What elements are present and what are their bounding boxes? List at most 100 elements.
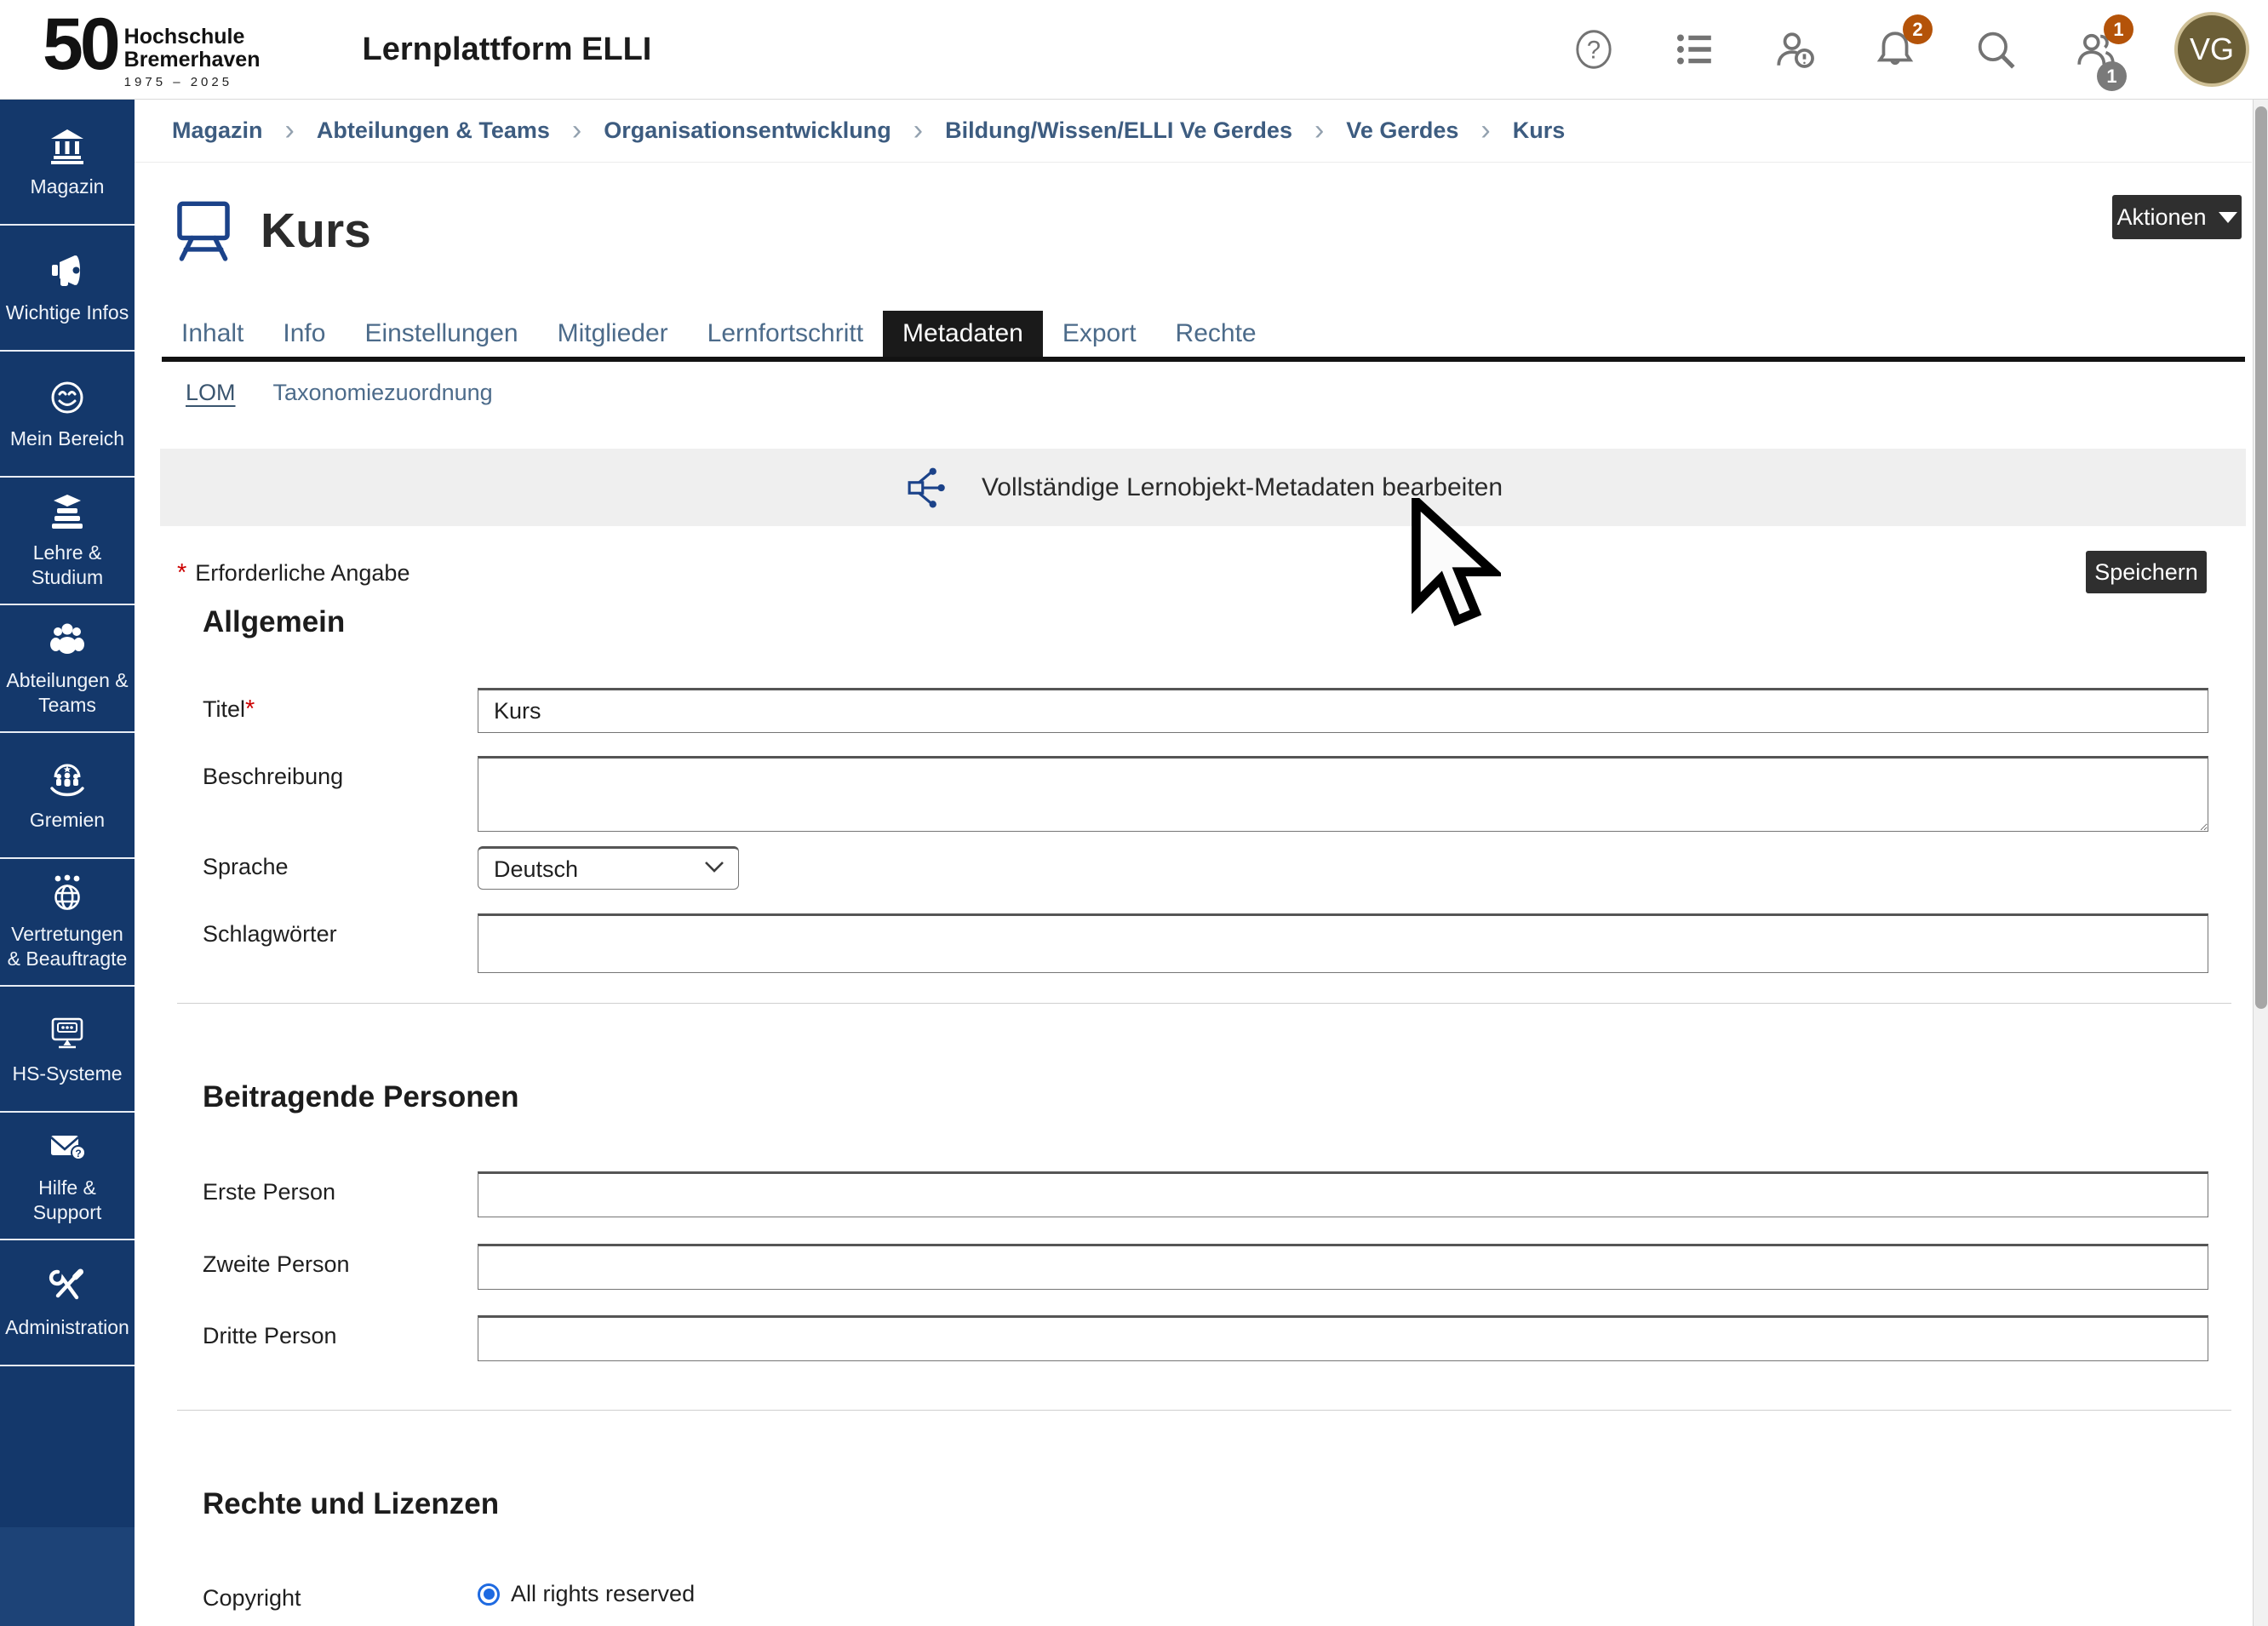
breadcrumb: Magazin › Abteilungen & Teams › Organisa… bbox=[135, 100, 2252, 163]
sidebar-item-magazin[interactable]: Magazin bbox=[0, 100, 135, 226]
breadcrumb-separator: › bbox=[572, 119, 581, 142]
sidebar-item-label: Hilfe & Support bbox=[5, 1176, 129, 1225]
search-icon[interactable] bbox=[1973, 25, 2018, 74]
sidebar-item-gremien[interactable]: Gremien bbox=[0, 733, 135, 859]
tab-export[interactable]: Export bbox=[1043, 311, 1156, 357]
sidebar-item-vertretungen[interactable]: Vertretungen & Beauftragte bbox=[0, 859, 135, 987]
who-is-online-icon[interactable] bbox=[1773, 25, 1817, 74]
avatar[interactable]: VG bbox=[2174, 12, 2249, 87]
sidebar-item-lehre-studium[interactable]: Lehre & Studium bbox=[0, 478, 135, 605]
beschreibung-textarea[interactable] bbox=[478, 756, 2208, 832]
zweite-person-input[interactable] bbox=[478, 1244, 2208, 1290]
erste-person-input[interactable] bbox=[478, 1171, 2208, 1217]
sidebar-item-label: Magazin bbox=[31, 175, 105, 199]
contacts-badge-bottom: 1 bbox=[2097, 61, 2127, 91]
copyright-radio[interactable] bbox=[478, 1583, 500, 1606]
section-divider bbox=[177, 1410, 2231, 1411]
section-heading-allgemein: Allgemein bbox=[203, 602, 2252, 643]
sidebar-item-label: Gremien bbox=[30, 808, 105, 833]
assembly-icon bbox=[47, 759, 88, 799]
breadcrumb-separator: › bbox=[914, 119, 923, 142]
metadata-hub-icon bbox=[903, 467, 953, 509]
copyright-label: Copyright bbox=[203, 1577, 478, 1612]
sidebar-item-hilfe-support[interactable]: ? Hilfe & Support bbox=[0, 1113, 135, 1240]
tab-metadaten[interactable]: Metadaten bbox=[883, 311, 1043, 357]
mail-question-icon: ? bbox=[47, 1126, 88, 1167]
people-group-icon bbox=[47, 619, 88, 660]
subtab-lom[interactable]: LOM bbox=[186, 380, 236, 406]
dritte-person-input[interactable] bbox=[478, 1315, 2208, 1361]
sprache-select[interactable]: Deutsch bbox=[478, 846, 739, 890]
breadcrumb-item[interactable]: Ve Gerdes bbox=[1346, 117, 1458, 144]
tab-rechte[interactable]: Rechte bbox=[1156, 311, 1276, 357]
notifications-bell-icon[interactable]: 2 bbox=[1873, 25, 1917, 74]
subtab-bar: LOM Taxonomiezuordnung bbox=[135, 375, 2252, 409]
course-icon bbox=[170, 195, 237, 266]
breadcrumb-item[interactable]: Magazin bbox=[172, 117, 263, 144]
tab-lernfortschritt[interactable]: Lernfortschritt bbox=[688, 311, 883, 357]
tab-mitglieder[interactable]: Mitglieder bbox=[538, 311, 688, 357]
tools-icon bbox=[47, 1266, 88, 1307]
sidebar-item-mein-bereich[interactable]: Mein Bereich bbox=[0, 352, 135, 478]
vertical-scrollbar bbox=[2253, 100, 2268, 1626]
logo-anniversary: 1975 – 2025 bbox=[124, 75, 261, 89]
sprache-label: Sprache bbox=[203, 846, 478, 880]
edit-full-metadata-link[interactable]: Vollständige Lernobjekt-Metadaten bearbe… bbox=[903, 467, 1503, 509]
app-title: Lernplattform ELLI bbox=[362, 31, 651, 68]
main-sidebar: Magazin Wichtige Infos Mein Bereich Lehr… bbox=[0, 100, 135, 1626]
breadcrumb-separator: › bbox=[285, 119, 295, 142]
sidebar-item-label: Vertretungen & Beauftragte bbox=[5, 922, 129, 971]
globe-people-icon bbox=[47, 873, 88, 913]
metadata-banner: Vollständige Lernobjekt-Metadaten bearbe… bbox=[160, 449, 2246, 526]
main-content: Magazin › Abteilungen & Teams › Organisa… bbox=[135, 100, 2252, 1626]
copyright-option-label: All rights reserved bbox=[511, 1581, 695, 1607]
contacts-icon[interactable]: 1 1 bbox=[2074, 25, 2118, 74]
save-button[interactable]: Speichern bbox=[2086, 551, 2207, 593]
required-asterisk: * bbox=[177, 559, 186, 587]
bank-icon bbox=[47, 125, 88, 166]
tab-einstellungen[interactable]: Einstellungen bbox=[345, 311, 537, 357]
titel-input[interactable] bbox=[478, 688, 2208, 733]
titel-label: Titel* bbox=[203, 688, 478, 724]
dritte-person-label: Dritte Person bbox=[203, 1315, 478, 1349]
required-hint: Erforderliche Angabe bbox=[195, 560, 410, 587]
logo-50: 50 bbox=[43, 10, 117, 78]
page-title: Kurs bbox=[261, 203, 371, 259]
beschreibung-label: Beschreibung bbox=[203, 756, 478, 790]
tab-bar: Inhalt Info Einstellungen Mitglieder Ler… bbox=[162, 311, 2245, 362]
erste-person-label: Erste Person bbox=[203, 1171, 478, 1205]
scrollbar-thumb[interactable] bbox=[2255, 106, 2267, 1009]
required-asterisk: * bbox=[245, 696, 255, 723]
notification-count-badge: 2 bbox=[1903, 14, 1933, 44]
breadcrumb-item[interactable]: Kurs bbox=[1513, 117, 1566, 144]
monitor-icon bbox=[47, 1012, 88, 1053]
sidebar-item-hs-systeme[interactable]: HS-Systeme bbox=[0, 987, 135, 1113]
sidebar-item-administration[interactable]: Administration bbox=[0, 1240, 135, 1366]
breadcrumb-item[interactable]: Organisationsentwicklung bbox=[604, 117, 891, 144]
section-heading-rechte: Rechte und Lizenzen bbox=[203, 1484, 2252, 1525]
svg-text:?: ? bbox=[75, 1148, 81, 1159]
books-icon bbox=[47, 491, 88, 532]
logo-name-line1: Hochschule bbox=[124, 26, 261, 49]
section-heading-personen: Beitragende Personen bbox=[203, 1077, 2252, 1118]
chevron-down-icon bbox=[2219, 212, 2237, 223]
university-logo: 50 Hochschule Bremerhaven 1975 – 2025 bbox=[43, 10, 260, 89]
tab-inhalt[interactable]: Inhalt bbox=[162, 311, 263, 357]
breadcrumb-separator: › bbox=[1314, 119, 1324, 142]
app-header: 50 Hochschule Bremerhaven 1975 – 2025 Le… bbox=[0, 0, 2268, 100]
section-divider bbox=[177, 1003, 2231, 1004]
sidebar-item-label: Wichtige Infos bbox=[6, 301, 129, 325]
actions-button[interactable]: Aktionen bbox=[2112, 195, 2242, 239]
banner-label: Vollständige Lernobjekt-Metadaten bearbe… bbox=[982, 473, 1503, 502]
tab-info[interactable]: Info bbox=[263, 311, 345, 357]
breadcrumb-item[interactable]: Abteilungen & Teams bbox=[317, 117, 550, 144]
subtab-taxonomiezuordnung[interactable]: Taxonomiezuordnung bbox=[273, 380, 493, 406]
schlagwoerter-input[interactable] bbox=[478, 913, 2208, 973]
sidebar-item-abteilungen-teams[interactable]: Abteilungen & Teams bbox=[0, 605, 135, 733]
smiley-icon bbox=[47, 377, 88, 418]
breadcrumb-item[interactable]: Bildung/Wissen/ELLI Ve Gerdes bbox=[945, 117, 1292, 144]
contacts-badge-top: 1 bbox=[2104, 14, 2133, 44]
help-icon[interactable]: ? bbox=[1572, 25, 1616, 74]
list-menu-icon[interactable] bbox=[1672, 25, 1716, 74]
sidebar-item-wichtige-infos[interactable]: Wichtige Infos bbox=[0, 226, 135, 352]
